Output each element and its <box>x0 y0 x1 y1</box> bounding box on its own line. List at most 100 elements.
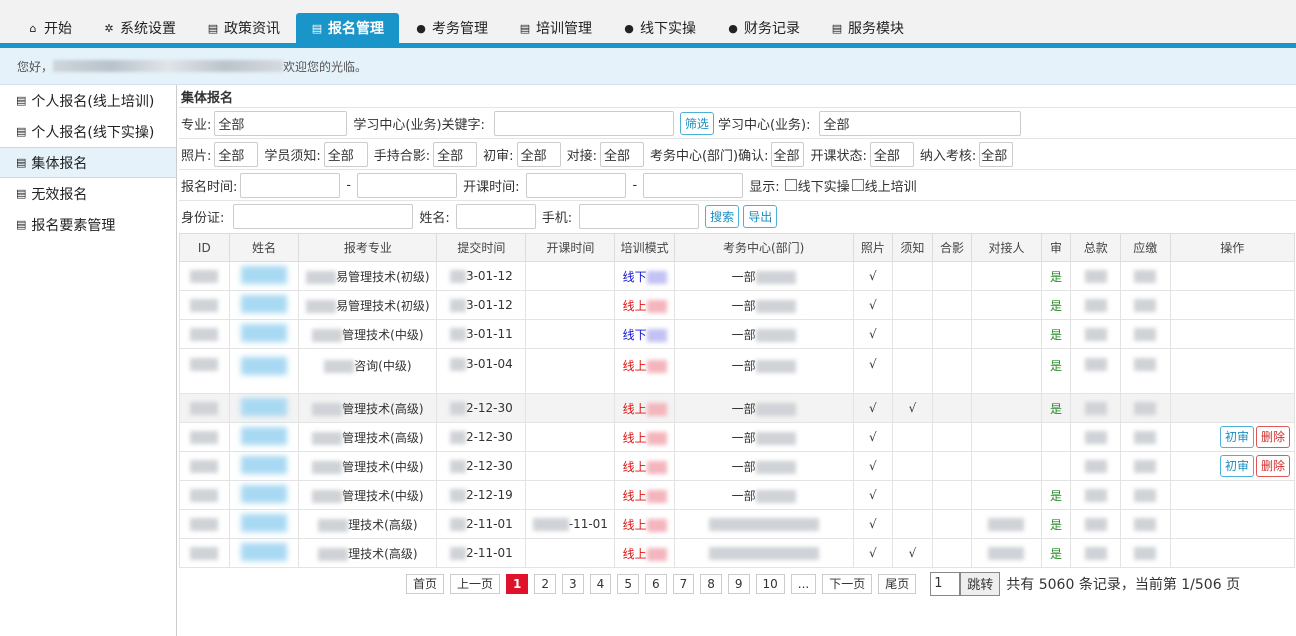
redacted-value <box>306 299 337 313</box>
name-input[interactable] <box>455 203 536 229</box>
document-icon: ▤ <box>16 187 27 200</box>
tab-4[interactable]: ● 考务管理 <box>400 13 503 43</box>
cell-photo: √ <box>852 538 894 568</box>
first-page-button[interactable]: 首页 <box>406 573 445 594</box>
start-time-start-input[interactable] <box>526 172 627 198</box>
cell-dept: 一部 <box>673 451 854 481</box>
table-row[interactable]: 咨询(中级) 3-01-04 线上 一部 √ 是 <box>179 348 1296 394</box>
cell-contact <box>971 348 1042 394</box>
redacted-value <box>646 460 667 474</box>
tab-7[interactable]: ● 财务记录 <box>712 13 815 43</box>
table-row[interactable]: 管理技术(高级) 2-12-30 线上 一部 √ √ 是 <box>179 393 1296 423</box>
id-card-input[interactable] <box>233 203 414 229</box>
sidebar-item-1[interactable]: ▤ 个人报名(线下实操) <box>0 116 176 147</box>
first-review-select[interactable]: 全部 <box>516 141 561 167</box>
redacted-name <box>240 323 287 342</box>
first-review-button[interactable]: 初审 <box>1219 426 1254 448</box>
table-row[interactable]: 理技术(高级) 2-11-01 -11-01 线上 √ 是 <box>179 509 1296 539</box>
page-2[interactable]: 2 <box>534 573 557 594</box>
tab-0[interactable]: ⌂ 开始 <box>12 13 87 43</box>
first-review-button[interactable]: 初审 <box>1219 455 1254 477</box>
cell-notice <box>892 261 933 291</box>
offline-checkbox[interactable] <box>784 179 797 191</box>
redacted-value <box>449 402 466 415</box>
cell-actions <box>1169 393 1296 423</box>
id-card-label: 身份证: <box>181 210 225 226</box>
cell-actions <box>1169 348 1296 394</box>
center-select[interactable]: 全部 <box>819 110 1022 136</box>
cell-name[interactable] <box>228 451 300 481</box>
jump-page-input[interactable]: 1 <box>930 571 961 596</box>
sidebar-item-4[interactable]: ▤ 报名要素管理 <box>0 209 176 240</box>
table-row[interactable]: 理技术(高级) 2-11-01 线上 √ √ 是 <box>179 538 1296 568</box>
redacted-name <box>240 455 287 474</box>
cell-mode: 线上 <box>614 451 675 481</box>
cell-name[interactable] <box>228 393 300 423</box>
tab-6[interactable]: ● 线下实操 <box>608 13 711 43</box>
cell-name[interactable] <box>228 290 300 320</box>
cell-mode: 线下 <box>614 319 675 349</box>
tab-8[interactable]: ▤ 服务模块 <box>816 13 919 43</box>
cell-name[interactable] <box>228 261 300 291</box>
cell-name[interactable] <box>228 480 300 510</box>
start-time-end-input[interactable] <box>643 172 744 198</box>
table-row[interactable]: 管理技术(中级) 2-12-19 线上 一部 √ 是 <box>179 480 1296 510</box>
table-row[interactable]: 管理技术(高级) 2-12-30 线上 一部 √ 初审 删除 <box>179 422 1296 452</box>
page-6[interactable]: 6 <box>644 573 667 594</box>
sidebar-item-0[interactable]: ▤ 个人报名(线上培训) <box>0 85 176 116</box>
major-text: 管理技术(高级) <box>342 430 424 445</box>
tab-3[interactable]: ▤ 报名管理 <box>296 13 399 43</box>
page-7[interactable]: 7 <box>672 573 695 594</box>
center-keyword-input[interactable] <box>493 110 674 136</box>
delete-button[interactable]: 删除 <box>1255 426 1290 448</box>
cell-name[interactable] <box>228 422 300 452</box>
export-button[interactable]: 导出 <box>743 204 778 228</box>
page-10[interactable]: 10 <box>755 573 785 594</box>
notice-select[interactable]: 全部 <box>323 141 368 167</box>
photo-select[interactable]: 全部 <box>214 141 259 167</box>
exam-include-select[interactable]: 全部 <box>979 141 1014 167</box>
photo-label: 照片: <box>181 148 212 164</box>
page-3[interactable]: 3 <box>562 573 584 594</box>
tab-2[interactable]: ▤ 政策资讯 <box>192 13 295 43</box>
tab-label: 开始 <box>44 21 72 37</box>
table-row[interactable]: 易管理技术(初级) 3-01-12 线下 一部 √ 是 <box>179 261 1296 291</box>
tab-1[interactable]: ✲ 系统设置 <box>88 13 191 43</box>
phone-input[interactable] <box>579 203 700 229</box>
dept-confirm-select[interactable]: 全部 <box>771 141 805 167</box>
reg-time-start-input[interactable] <box>240 172 341 198</box>
table-row[interactable]: 易管理技术(初级) 3-01-12 线上 一部 √ 是 <box>179 290 1296 320</box>
table-row[interactable]: 管理技术(中级) 3-01-11 线下 一部 √ 是 <box>179 319 1296 349</box>
jump-button[interactable]: 跳转 <box>960 571 1001 596</box>
page-9[interactable]: 9 <box>727 573 750 594</box>
prev-page-button[interactable]: 上一页 <box>450 573 501 594</box>
cell-id <box>179 393 230 423</box>
table-row[interactable]: 管理技术(中级) 2-12-30 线上 一部 √ 初审 删除 <box>179 451 1296 481</box>
class-status-select[interactable]: 全部 <box>869 141 914 167</box>
last-page-button[interactable]: 尾页 <box>878 573 917 594</box>
search-button[interactable]: 搜索 <box>705 204 740 228</box>
sidebar-item-2[interactable]: ▤ 集体报名 <box>0 147 176 178</box>
reg-time-end-input[interactable] <box>357 172 458 198</box>
cell-name[interactable] <box>228 538 300 568</box>
page-1[interactable]: 1 <box>506 573 529 594</box>
sidebar-item-3[interactable]: ▤ 无效报名 <box>0 178 176 209</box>
next-page-button[interactable]: 下一页 <box>822 573 873 594</box>
page-5[interactable]: 5 <box>617 573 639 594</box>
cell-name[interactable] <box>228 509 300 539</box>
contact-select[interactable]: 全部 <box>599 141 644 167</box>
cell-name[interactable] <box>228 348 300 394</box>
filter-button[interactable]: 筛选 <box>679 111 714 135</box>
redacted-value <box>755 489 796 503</box>
delete-button[interactable]: 删除 <box>1255 455 1290 477</box>
cell-name[interactable] <box>228 319 300 349</box>
hold-photo-select[interactable]: 全部 <box>433 141 478 167</box>
cell-audit <box>1040 451 1072 481</box>
tab-5[interactable]: ▤ 培训管理 <box>504 13 607 43</box>
page-4[interactable]: 4 <box>589 573 612 594</box>
major-select[interactable]: 全部 <box>214 110 348 136</box>
page-...[interactable]: ... <box>790 573 817 594</box>
mode-text: 线上 <box>622 298 647 313</box>
page-8[interactable]: 8 <box>700 573 722 594</box>
online-checkbox[interactable] <box>851 179 864 191</box>
